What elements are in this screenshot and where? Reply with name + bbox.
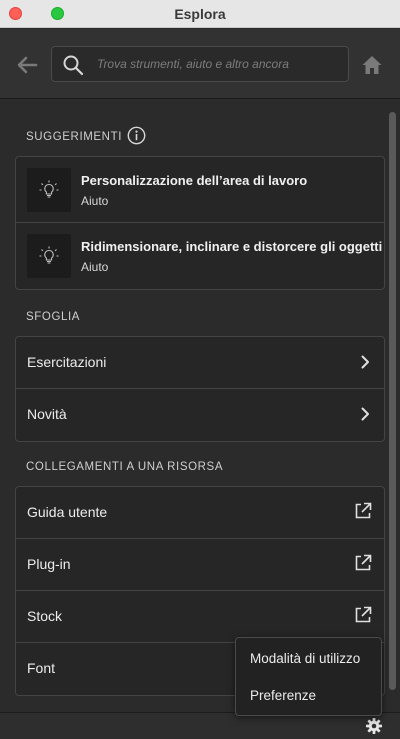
gear-icon[interactable]	[365, 717, 383, 735]
home-icon	[362, 56, 382, 74]
link-item-guida-utente[interactable]: Guida utente	[16, 487, 384, 539]
link-item-label: Stock	[27, 608, 63, 624]
suggestion-title: Personalizzazione dell’area di lavoro	[81, 173, 308, 188]
suggestions-heading: SUGGERIMENTI	[26, 131, 123, 143]
resource-links-heading: COLLEGAMENTI A UNA RISORSA	[26, 461, 224, 473]
browse-heading: SFOGLIA	[26, 311, 81, 323]
info-icon[interactable]	[127, 126, 146, 145]
suggestion-thumbnail	[27, 234, 71, 278]
suggestion-item[interactable]: Ridimensionare, inclinare e distorcere g…	[16, 223, 384, 289]
browse-item-label: Esercitazioni	[27, 354, 107, 370]
suggestion-item[interactable]: Personalizzazione dell’area di lavoro Ai…	[16, 157, 384, 223]
menu-item-modalita-di-utilizzo[interactable]: Modalità di utilizzo	[250, 651, 360, 666]
search-box	[51, 46, 349, 82]
external-link-icon	[355, 502, 372, 519]
menu-item-preferenze[interactable]: Preferenze	[250, 688, 316, 703]
link-item-label: Guida utente	[27, 504, 108, 520]
suggestion-subtitle: Aiuto	[81, 194, 109, 208]
toolbar	[0, 29, 400, 99]
suggestion-thumbnail	[27, 168, 71, 212]
link-item-stock[interactable]: Stock	[16, 591, 384, 643]
chevron-right-icon	[361, 407, 369, 421]
browse-card: Esercitazioni Novità	[15, 336, 385, 442]
external-link-icon	[355, 554, 372, 571]
lightbulb-icon	[39, 180, 59, 198]
explore-panel-content: SUGGERIMENTI Personalizzazione dell’area…	[0, 100, 400, 712]
panel-footer	[0, 712, 400, 739]
browse-item-label: Novità	[27, 406, 67, 422]
suggestions-card: Personalizzazione dell’area di lavoro Ai…	[15, 156, 385, 290]
link-item-label: Font	[27, 660, 56, 676]
search-icon	[63, 55, 84, 76]
arrow-left-icon	[17, 56, 38, 74]
window-title: Esplora	[174, 6, 226, 22]
browse-item-esercitazioni[interactable]: Esercitazioni	[16, 337, 384, 389]
link-item-plug-in[interactable]: Plug-in	[16, 539, 384, 591]
lightbulb-icon	[39, 246, 59, 264]
search-input[interactable]	[97, 47, 342, 81]
vertical-scrollbar[interactable]	[388, 100, 397, 712]
settings-popup-menu: Modalità di utilizzo Preferenze	[235, 637, 382, 716]
browse-item-novita[interactable]: Novità	[16, 389, 384, 441]
home-button[interactable]	[361, 54, 383, 76]
window-titlebar: Esplora	[0, 0, 400, 28]
link-item-label: Plug-in	[27, 556, 71, 572]
suggestion-title: Ridimensionare, inclinare e distorcere g…	[81, 239, 383, 254]
chevron-right-icon	[361, 355, 369, 369]
back-button[interactable]	[15, 53, 39, 77]
suggestion-subtitle: Aiuto	[81, 260, 109, 274]
scrollbar-thumb[interactable]	[389, 112, 396, 690]
external-link-icon	[355, 606, 372, 623]
